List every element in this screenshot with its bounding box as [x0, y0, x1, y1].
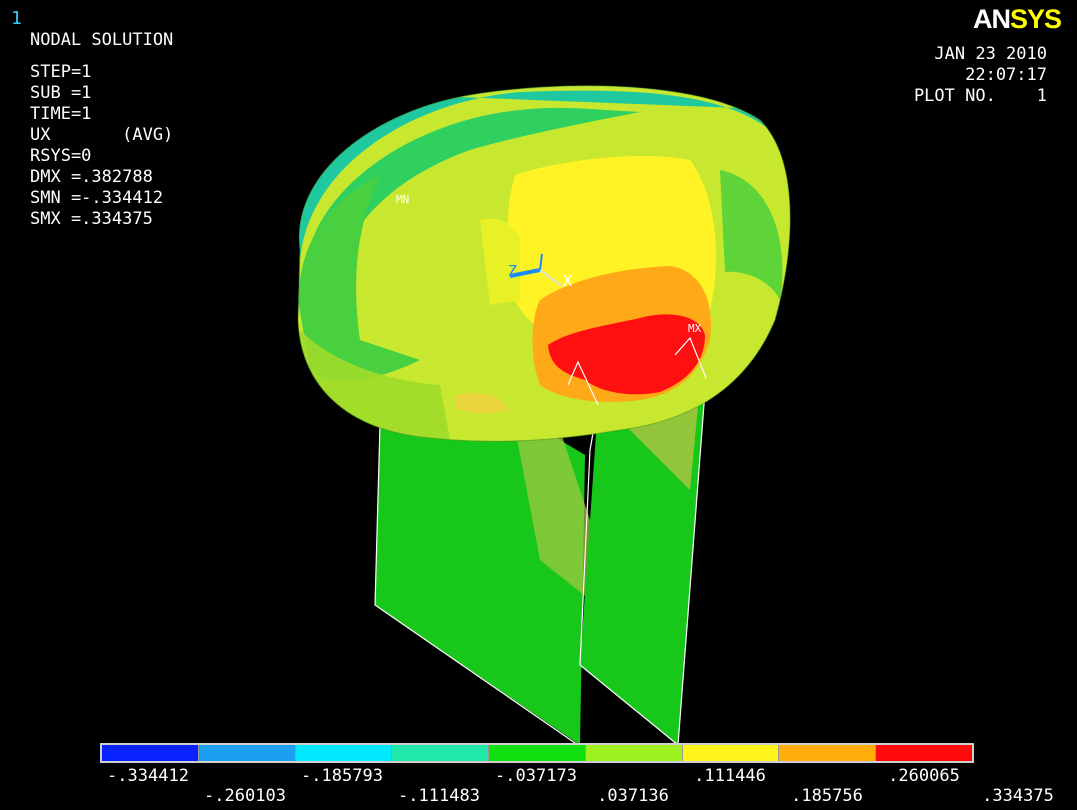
legend-label-top: .111446	[694, 766, 766, 786]
legend-label-top: .260065	[888, 766, 960, 786]
rsys-label: RSYS=0	[30, 146, 92, 166]
legend-color-swatch	[779, 745, 877, 761]
legend-label-top: -.037173	[495, 766, 577, 786]
component-label: UX (AVG)	[30, 125, 174, 145]
legend-label-bottom: .037136	[597, 786, 669, 806]
legend-label-bottom: -.111483	[398, 786, 480, 806]
sub-label: SUB =1	[30, 83, 92, 103]
legend-color-swatch	[295, 745, 393, 761]
legend-label-bottom: .185756	[791, 786, 863, 806]
max-marker: MX	[688, 322, 702, 335]
contour-legend-bar	[100, 743, 974, 763]
axis-z-label: Z	[508, 262, 518, 280]
axis-x-label: X	[563, 272, 573, 290]
legend-label-bottom: -.260103	[204, 786, 286, 806]
step-label: STEP=1	[30, 62, 92, 82]
legend-color-swatch	[489, 745, 586, 761]
contour-model-view	[297, 85, 791, 747]
legend-color-swatch	[876, 745, 973, 761]
smx-label: SMX =.334375	[30, 209, 153, 229]
plot-number: PLOT NO. 1	[913, 86, 1047, 106]
window-number: 1	[11, 8, 22, 29]
min-marker: MN	[396, 193, 410, 206]
time-label: TIME=1	[30, 104, 92, 124]
legend-color-swatch	[585, 745, 683, 761]
legend-color-swatch	[682, 745, 780, 761]
dmx-label: DMX =.382788	[30, 167, 153, 187]
smn-label: SMN =-.334412	[30, 188, 164, 208]
legend-color-swatch	[102, 745, 199, 761]
ansys-logo: ANSYS	[973, 4, 1062, 34]
plot-time: 22:07:17	[965, 65, 1047, 85]
plot-date: JAN 23 2010	[934, 44, 1047, 64]
legend-color-swatch	[392, 745, 490, 761]
deformed-body	[297, 85, 791, 442]
solution-title: NODAL SOLUTION	[30, 30, 174, 50]
legend-label-top: -.185793	[301, 766, 383, 786]
plate-left	[374, 424, 590, 746]
legend-label-bottom: .334375	[982, 786, 1054, 806]
legend-label-top: -.334412	[107, 766, 189, 786]
legend-color-swatch	[198, 745, 296, 761]
